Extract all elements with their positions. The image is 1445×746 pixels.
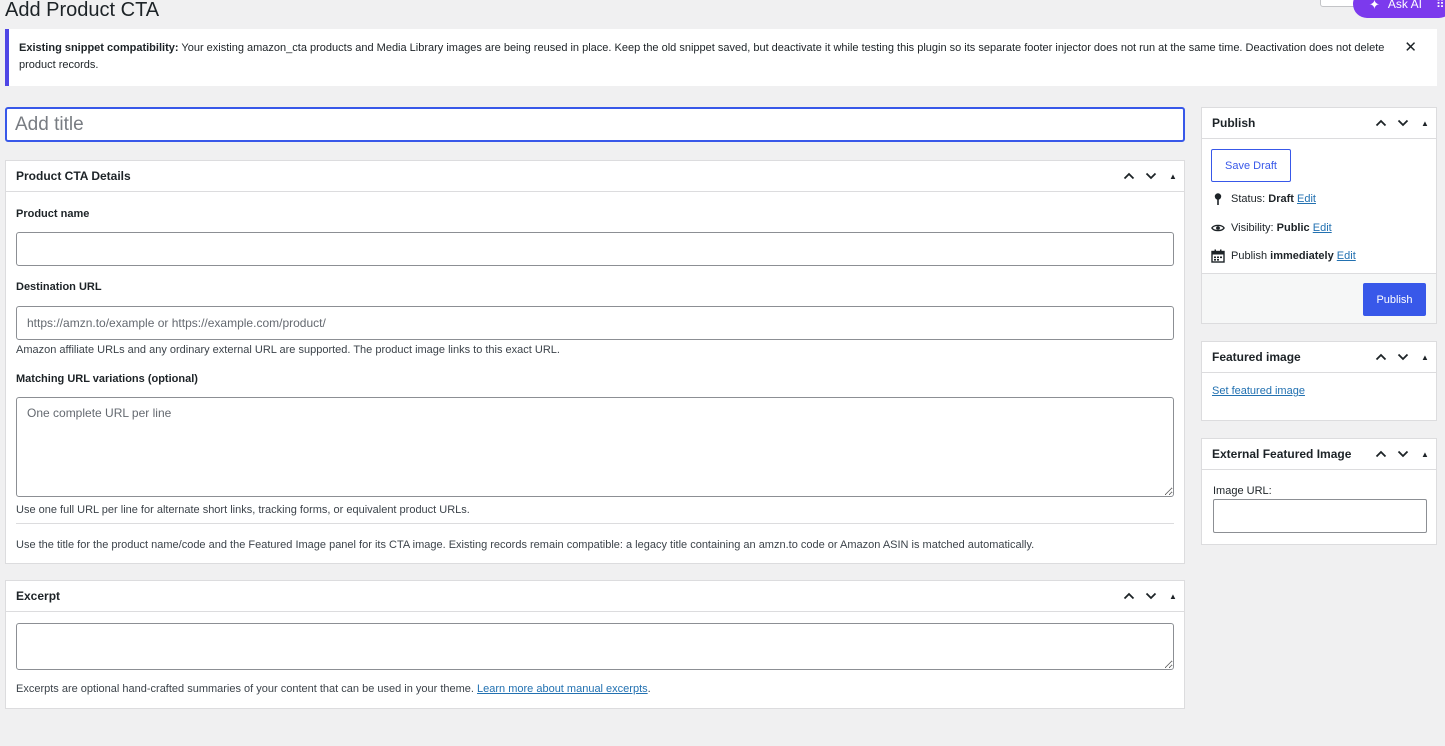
external-featured-image-header: External Featured Image ▲ [1202,439,1436,470]
variations-label: Matching URL variations (optional) [16,373,198,385]
chevron-up-icon[interactable] [1118,581,1140,611]
compatibility-notice: Existing snippet compatibility: Your exi… [5,29,1437,86]
url-variations-textarea[interactable] [16,397,1174,497]
excerpt-help-end: . [647,683,651,695]
destination-url-help: Amazon affiliate URLs and any ordinary e… [16,344,560,356]
publish-date-label: Publish [1231,250,1271,262]
ask-ai-label: Ask AI [1387,0,1422,11]
box-title: Publish [1212,116,1256,130]
toggle-triangle-icon[interactable]: ▲ [1162,592,1184,601]
product-name-input[interactable] [16,232,1174,266]
image-url-label: Image URL: [1213,485,1272,497]
chevron-down-icon[interactable] [1392,439,1414,469]
publish-button[interactable]: Publish [1363,283,1426,316]
chevron-down-icon[interactable] [1392,108,1414,138]
box-title: Featured image [1212,350,1301,364]
product-name-label: Product name [16,208,90,220]
divider [16,523,1174,524]
chevron-up-icon[interactable] [1118,161,1140,191]
close-icon[interactable]: ✕ [1404,39,1417,56]
featured-image-box: Featured image ▲ Set featured image [1201,341,1437,421]
notice-text: Your existing amazon_cta products and Me… [19,42,1385,71]
chevron-up-icon[interactable] [1370,439,1392,469]
product-cta-details-header: Product CTA Details ▲ [6,161,1184,192]
page-title: Add Product CTA [5,0,160,21]
destination-url-label: Destination URL [16,281,102,293]
save-draft-button[interactable]: Save Draft [1211,149,1291,182]
edit-publish-date-link[interactable]: Edit [1337,250,1356,262]
publish-date-value: immediately [1270,250,1334,262]
calendar-icon [1211,249,1225,263]
visibility-value: Public [1276,222,1310,234]
excerpt-help: Excerpts are optional hand-crafted summa… [16,683,651,695]
publish-header: Publish ▲ [1202,108,1436,139]
box-title: Excerpt [16,589,61,603]
status-value: Draft [1268,193,1294,205]
cta-footer-note: Use the title for the product name/code … [16,539,1035,551]
edit-status-link[interactable]: Edit [1297,193,1316,205]
status-label: Status: [1231,193,1269,205]
featured-image-header: Featured image ▲ [1202,342,1436,373]
edit-visibility-link[interactable]: Edit [1313,222,1332,234]
status-row: Status: Draft Edit [1211,192,1316,206]
box-title: External Featured Image [1212,447,1352,461]
major-publishing-actions: Publish [1202,273,1436,323]
excerpt-textarea[interactable] [16,623,1174,670]
publish-date-row: Publish immediately Edit [1211,249,1356,263]
toggle-triangle-icon[interactable]: ▲ [1162,172,1184,181]
chevron-down-icon[interactable] [1140,581,1162,611]
chevron-up-icon[interactable] [1370,342,1392,372]
pin-icon [1211,192,1225,206]
chevron-down-icon[interactable] [1392,342,1414,372]
box-title: Product CTA Details [16,169,131,183]
image-url-input[interactable] [1213,499,1427,533]
chevron-down-icon[interactable] [1140,161,1162,191]
eye-icon [1211,221,1225,235]
ask-ai-button[interactable]: ✦ Ask AI ⠿ [1353,0,1445,18]
excerpt-box: Excerpt ▲ Excerpts are optional hand-cra… [5,580,1185,709]
set-featured-image-link[interactable]: Set featured image [1212,385,1305,397]
excerpt-header: Excerpt ▲ [6,581,1184,612]
variations-help: Use one full URL per line for alternate … [16,504,470,516]
grid-icon: ⠿ [1435,0,1445,11]
notice-strong: Existing snippet compatibility: [19,42,179,54]
external-featured-image-box: External Featured Image ▲ Image URL: [1201,438,1437,545]
sparkle-icon: ✦ [1369,0,1380,12]
toggle-triangle-icon[interactable]: ▲ [1414,353,1436,362]
excerpt-help-text: Excerpts are optional hand-crafted summa… [16,683,478,695]
visibility-row: Visibility: Public Edit [1211,221,1332,235]
publish-box: Publish ▲ Save Draft Status: Draft Edit … [1201,107,1437,324]
screen-options-button[interactable] [1320,0,1356,7]
toggle-triangle-icon[interactable]: ▲ [1414,450,1436,459]
product-cta-details-box: Product CTA Details ▲ Product name Desti… [5,160,1185,564]
post-title-input[interactable] [5,107,1185,142]
visibility-label: Visibility: [1231,222,1277,234]
destination-url-input[interactable] [16,306,1174,340]
learn-more-excerpts-link[interactable]: Learn more about manual excerpts [477,683,648,695]
chevron-up-icon[interactable] [1370,108,1392,138]
toggle-triangle-icon[interactable]: ▲ [1414,119,1436,128]
